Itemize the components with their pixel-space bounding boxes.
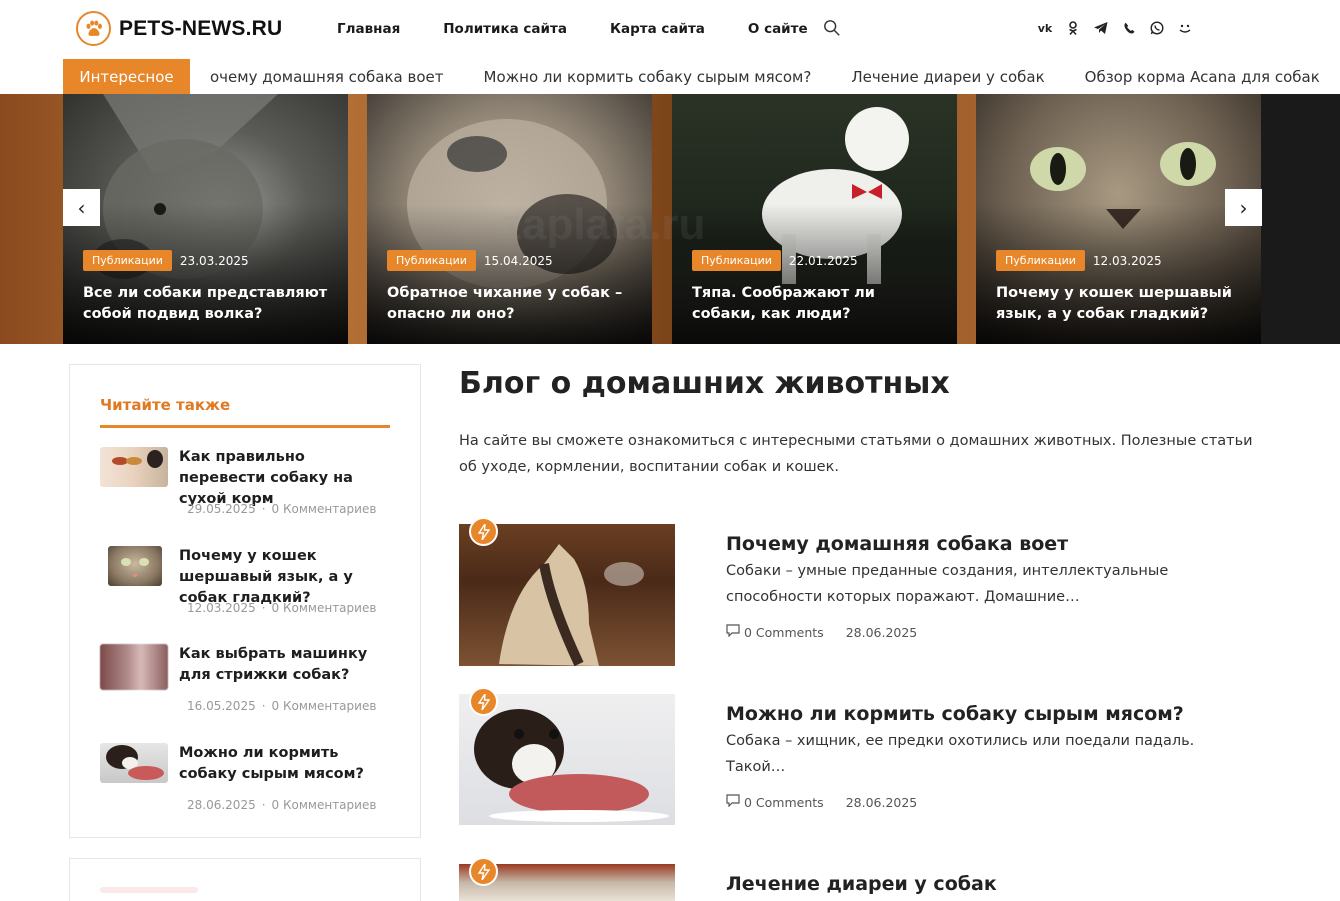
slide-meta: Публикации 22.01.2025: [692, 250, 858, 271]
post-title[interactable]: Почему домашняя собака воет: [726, 533, 1068, 555]
category-badge[interactable]: Публикации: [83, 250, 172, 271]
slide-title[interactable]: Тяпа. Соображают ли собаки, как люди?: [692, 283, 939, 325]
howling-dog-image[interactable]: [459, 524, 675, 666]
viber-icon[interactable]: [1121, 20, 1137, 36]
page-title: Блог о домашних животных: [459, 366, 950, 401]
related-comments[interactable]: 0 Комментариев: [272, 601, 377, 615]
telegram-icon[interactable]: [1093, 20, 1109, 36]
slide-date: 15.04.2025: [483, 253, 553, 268]
slide-date: 12.03.2025: [1092, 253, 1162, 268]
post-excerpt: Собака – хищник, ее предки охотились или…: [726, 733, 1195, 775]
dog-meat-thumbnail: [100, 743, 168, 783]
slide[interactable]: Публикации 22.01.2025 Тяпа. Соображают л…: [672, 94, 957, 344]
sidebar-widget-2: [69, 858, 421, 901]
post-date: 28.06.2025: [845, 794, 918, 810]
slider-prev-button[interactable]: ‹: [63, 189, 100, 226]
related-meta: 28.06.2025 · 0 Комментариев: [187, 798, 377, 812]
related-date: 12.03.2025: [187, 601, 256, 615]
lightning-icon: [469, 857, 498, 886]
comment-icon: [726, 624, 740, 640]
logo-text: PETS-NEWS.RU: [119, 16, 283, 40]
nav-policy[interactable]: Политика сайта: [443, 21, 567, 37]
page-description: На сайте вы сможете ознакомиться с интер…: [459, 433, 1253, 475]
ticker-item[interactable]: Можно ли кормить собаку сырым мясом?: [484, 68, 812, 86]
lightning-icon: [469, 517, 498, 546]
slide-meta: Публикации 15.04.2025: [387, 250, 553, 271]
slide[interactable]: Публикации 23.03.2025 Все ли собаки пред…: [63, 94, 348, 344]
post-comments[interactable]: 0 Comments: [744, 795, 824, 810]
category-badge[interactable]: Публикации: [692, 250, 781, 271]
related-date: 29.05.2025: [187, 502, 256, 516]
news-ticker: Интересное очему домашняя собака воет Мо…: [0, 59, 1340, 94]
ticker-items: очему домашняя собака воет Можно ли корм…: [210, 59, 1340, 94]
clipper-thumbnail: [100, 644, 168, 690]
related-title[interactable]: Можно ли кормить собаку сырым мясом?: [179, 743, 394, 785]
related-meta: 12.03.2025 · 0 Комментариев: [187, 601, 377, 615]
nav-sitemap[interactable]: Карта сайта: [610, 21, 705, 37]
related-title[interactable]: Как правильно перевести собаку на сухой …: [179, 447, 394, 510]
slide-title[interactable]: Почему у кошек шершавый язык, а у собак …: [996, 283, 1243, 325]
featured-slider: Публикации 23.03.2025 Все ли собаки пред…: [0, 94, 1340, 344]
main-nav: Главная Политика сайта Карта сайта О сай…: [337, 21, 851, 37]
slide-date: 22.01.2025: [788, 253, 858, 268]
dog-food-thumbnail: [100, 447, 168, 487]
related-title[interactable]: Почему у кошек шершавый язык, а у собак …: [179, 546, 394, 609]
post-date: 28.06.2025: [845, 624, 918, 640]
widget-placeholder: [100, 887, 198, 893]
paw-icon: [76, 11, 111, 46]
ok-icon[interactable]: [1065, 20, 1081, 36]
ticker-label: Интересное: [63, 59, 190, 94]
post-comments[interactable]: 0 Comments: [744, 625, 824, 640]
widget-title: Читайте также: [100, 396, 231, 414]
related-comments[interactable]: 0 Комментариев: [272, 502, 377, 516]
social-links: vk: [1037, 20, 1193, 36]
related-date: 16.05.2025: [187, 699, 256, 713]
vk-icon[interactable]: vk: [1037, 20, 1053, 36]
category-badge[interactable]: Публикации: [996, 250, 1085, 271]
slide-title[interactable]: Обратное чихание у собак – опасно ли оно…: [387, 283, 634, 325]
ticker-item[interactable]: Лечение диареи у собак: [851, 68, 1044, 86]
post-meta: 0 Comments 28.06.2025: [726, 624, 917, 640]
slide-title[interactable]: Все ли собаки представляют собой подвид …: [83, 283, 330, 325]
slide-date: 23.03.2025: [179, 253, 249, 268]
whatsapp-icon[interactable]: [1149, 20, 1165, 36]
slide[interactable]: Публикации 12.03.2025 Почему у кошек шер…: [976, 94, 1261, 344]
comment-icon: [726, 794, 740, 810]
rss-icon[interactable]: [1177, 20, 1193, 36]
slider-next-button[interactable]: ›: [1225, 189, 1262, 226]
slide-partial: [1261, 94, 1340, 344]
related-date: 28.06.2025: [187, 798, 256, 812]
sidebar-widget: Читайте также Как правильно перевести со…: [69, 364, 421, 838]
category-badge[interactable]: Публикации: [387, 250, 476, 271]
related-title[interactable]: Как выбрать машинку для стрижки собак?: [179, 644, 394, 686]
widget-divider: [100, 425, 390, 428]
related-comments[interactable]: 0 Комментариев: [272, 798, 377, 812]
nav-home[interactable]: Главная: [337, 21, 400, 37]
slide-meta: Публикации 23.03.2025: [83, 250, 249, 271]
ticker-item[interactable]: Обзор корма Acana для собак: [1085, 68, 1320, 86]
nav-about[interactable]: О сайте: [748, 21, 808, 37]
post-meta: 0 Comments 28.06.2025: [726, 794, 917, 810]
slide-meta: Публикации 12.03.2025: [996, 250, 1162, 271]
related-meta: 29.05.2025 · 0 Комментариев: [187, 502, 377, 516]
post-title[interactable]: Лечение диареи у собак: [726, 873, 997, 895]
related-meta: 16.05.2025 · 0 Комментариев: [187, 699, 377, 713]
post-excerpt: Собаки – умные преданные создания, интел…: [726, 563, 1169, 605]
ticker-item[interactable]: очему домашняя собака воет: [210, 68, 444, 86]
search-icon[interactable]: [823, 19, 843, 39]
cat-thumbnail: [108, 546, 162, 586]
lightning-icon: [469, 687, 498, 716]
post-title[interactable]: Можно ли кормить собаку сырым мясом?: [726, 703, 1184, 725]
slide[interactable]: Публикации 15.04.2025 Обратное чихание у…: [367, 94, 652, 344]
related-comments[interactable]: 0 Комментариев: [272, 699, 377, 713]
site-header: PETS-NEWS.RU Главная Политика сайта Карт…: [0, 0, 1340, 59]
site-logo[interactable]: PETS-NEWS.RU: [76, 11, 282, 46]
